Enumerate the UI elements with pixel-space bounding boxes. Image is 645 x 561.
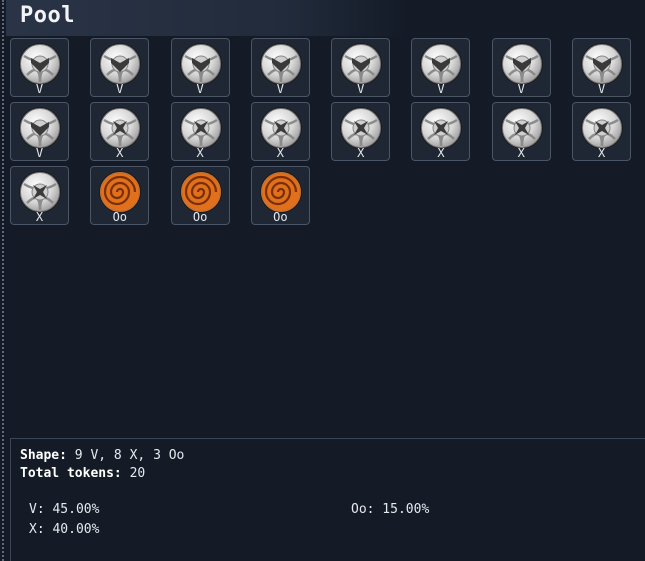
token-label: X xyxy=(196,146,204,160)
token-x[interactable]: X xyxy=(10,166,69,225)
token-label: V xyxy=(116,82,124,96)
token-label: V xyxy=(597,82,606,96)
token-x[interactable]: X xyxy=(411,102,471,161)
token-label: V xyxy=(35,82,44,96)
token-label: X xyxy=(597,146,606,160)
token-x[interactable]: X xyxy=(572,102,632,161)
token-v[interactable]: V xyxy=(10,38,69,97)
token-label: V xyxy=(517,82,525,96)
token-label: V xyxy=(437,82,445,96)
token-label: X xyxy=(35,210,44,224)
token-label: V xyxy=(196,82,204,96)
token-label: X xyxy=(517,146,525,160)
token-oo[interactable]: Oo xyxy=(170,166,230,225)
summary-panel: Shape: 9 V, 8 X, 3 Oo Total tokens: 20 V… xyxy=(10,438,645,561)
token-v[interactable]: V xyxy=(331,38,391,97)
token-v[interactable]: V xyxy=(250,38,310,97)
percent-v: V: 45.00% xyxy=(29,502,100,517)
token-x[interactable]: X xyxy=(331,102,391,161)
token-label: X xyxy=(437,146,445,160)
token-v[interactable]: V xyxy=(411,38,471,97)
percent-oo: Oo: 15.00% xyxy=(351,502,430,517)
total-value: 20 xyxy=(129,466,146,481)
token-label: V xyxy=(35,146,44,160)
token-label: X xyxy=(276,146,284,160)
total-line: Total tokens: 20 xyxy=(20,466,145,481)
token-x[interactable]: X xyxy=(90,102,150,161)
total-label: Total tokens: xyxy=(20,466,122,481)
token-label: Oo xyxy=(112,210,128,224)
left-dotted-border xyxy=(2,0,4,561)
token-label: V xyxy=(276,82,284,96)
token-label: X xyxy=(357,146,365,160)
pool-header: Pool xyxy=(6,0,406,36)
token-v[interactable]: V xyxy=(572,38,632,97)
token-label: V xyxy=(357,82,365,96)
token-x[interactable]: X xyxy=(491,102,551,161)
token-grid: V V V V V V V V V X X X X X X X X Oo Oo … xyxy=(10,38,633,225)
token-oo[interactable]: Oo xyxy=(250,166,310,225)
token-v[interactable]: V xyxy=(170,38,230,97)
shape-value: 9 V, 8 X, 3 Oo xyxy=(74,448,185,463)
percent-x: X: 40.00% xyxy=(29,522,100,537)
token-v[interactable]: V xyxy=(10,102,69,161)
token-v[interactable]: V xyxy=(90,38,150,97)
token-oo[interactable]: Oo xyxy=(90,166,150,225)
shape-line: Shape: 9 V, 8 X, 3 Oo xyxy=(20,448,184,463)
token-label: X xyxy=(116,146,124,160)
token-label: Oo xyxy=(192,210,208,224)
token-v[interactable]: V xyxy=(491,38,551,97)
token-x[interactable]: X xyxy=(250,102,310,161)
token-x[interactable]: X xyxy=(170,102,230,161)
shape-label: Shape: xyxy=(20,448,67,463)
token-label: Oo xyxy=(273,210,288,224)
page-title: Pool xyxy=(20,3,75,28)
